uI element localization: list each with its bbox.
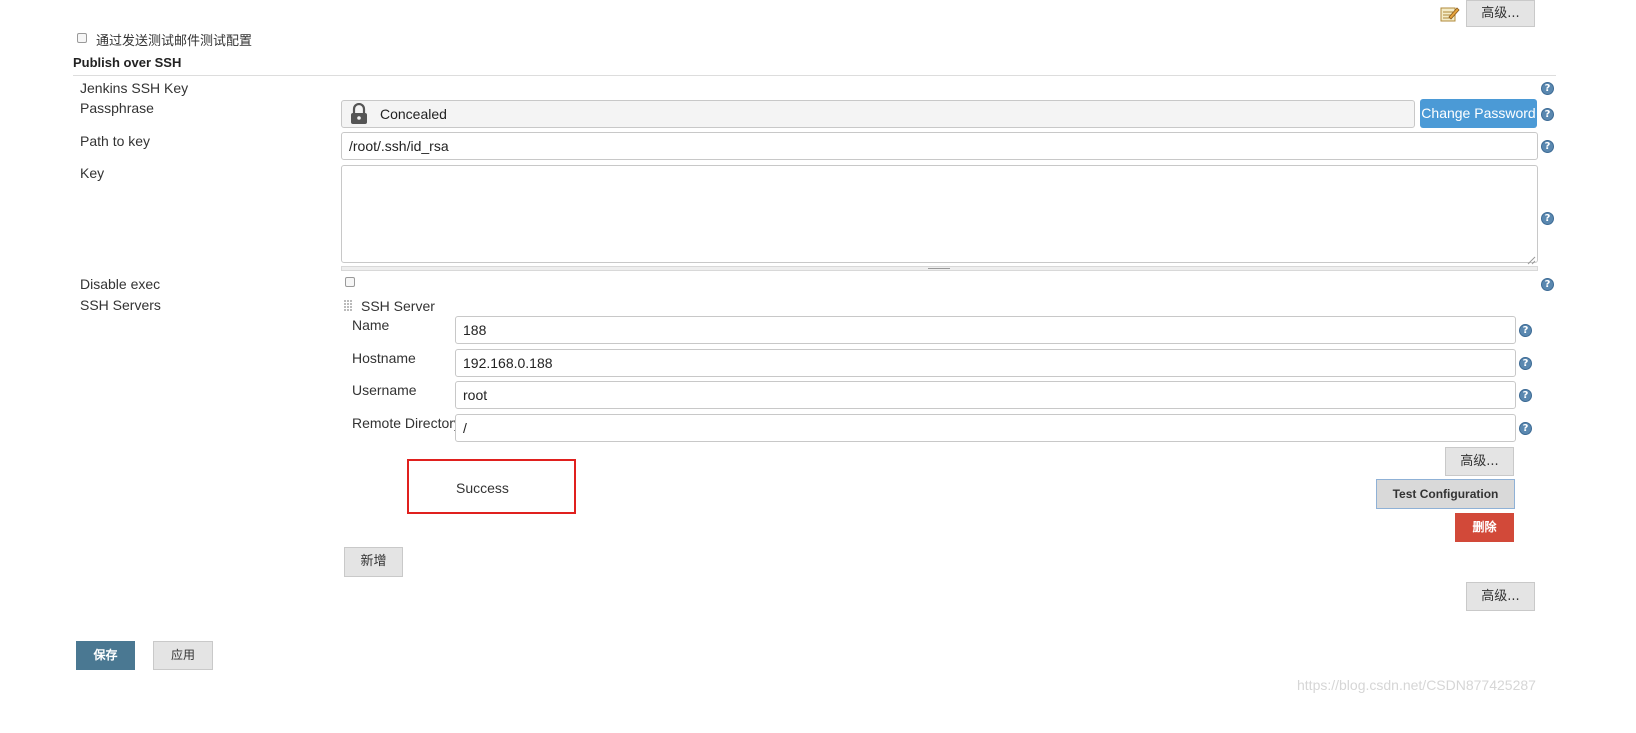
key-label: Key: [80, 165, 105, 181]
path-to-key-input[interactable]: /root/.ssh/id_rsa: [341, 132, 1538, 160]
disable-exec-label: Disable exec: [80, 276, 161, 292]
help-icon-passphrase[interactable]: ?: [1541, 108, 1554, 121]
section-divider: [73, 75, 1556, 76]
key-textarea[interactable]: [341, 165, 1538, 263]
jenkins-ssh-key-label: Jenkins SSH Key: [80, 80, 189, 96]
help-icon-jenkins-key[interactable]: ?: [1541, 82, 1554, 95]
textarea-resize-handle[interactable]: [1526, 252, 1536, 265]
lock-icon: [350, 102, 368, 125]
drag-handle-icon[interactable]: [344, 300, 353, 313]
passphrase-label: Passphrase: [80, 100, 154, 116]
top-advanced-button[interactable]: 高级...: [1466, 0, 1535, 27]
email-test-checkbox[interactable]: [77, 33, 87, 43]
passphrase-value: Concealed: [380, 106, 447, 122]
server-advanced-button[interactable]: 高级...: [1445, 447, 1514, 476]
passphrase-field[interactable]: Concealed: [341, 100, 1415, 128]
server-name-input[interactable]: 188: [455, 316, 1516, 344]
help-icon-remote-directory[interactable]: ?: [1519, 422, 1532, 435]
drag-grip: [928, 268, 950, 270]
bottom-advanced-button[interactable]: 高级...: [1466, 582, 1535, 611]
save-button[interactable]: 保存: [76, 641, 135, 670]
path-to-key-label: Path to key: [80, 133, 151, 149]
ssh-server-heading: SSH Server: [361, 298, 435, 314]
username-input[interactable]: root: [455, 381, 1516, 409]
hostname-label: Hostname: [352, 350, 416, 366]
remote-directory-label: Remote Directory: [352, 415, 461, 431]
add-server-button[interactable]: 新增: [344, 547, 403, 577]
watermark: https://blog.csdn.net/CSDN877425287: [1297, 677, 1536, 693]
delete-server-button[interactable]: 删除: [1455, 513, 1514, 542]
email-test-label: 通过发送测试邮件测试配置: [96, 34, 253, 49]
hostname-input[interactable]: 192.168.0.188: [455, 349, 1516, 377]
ssh-servers-label: SSH Servers: [80, 297, 161, 313]
username-label: Username: [352, 382, 417, 398]
help-icon-username[interactable]: ?: [1519, 389, 1532, 402]
test-configuration-button[interactable]: Test Configuration: [1376, 479, 1515, 509]
disable-exec-checkbox[interactable]: [345, 277, 355, 287]
help-icon-hostname[interactable]: ?: [1519, 357, 1532, 370]
help-icon-path[interactable]: ?: [1541, 140, 1554, 153]
help-icon-server-name[interactable]: ?: [1519, 324, 1532, 337]
apply-button[interactable]: 应用: [153, 641, 213, 670]
notepad-icon: [1440, 5, 1460, 23]
remote-directory-input[interactable]: /: [455, 414, 1516, 442]
server-name-label: Name: [352, 317, 390, 333]
help-icon-key[interactable]: ?: [1541, 212, 1554, 225]
help-icon-disable-exec[interactable]: ?: [1541, 278, 1554, 291]
change-password-button[interactable]: Change Password: [1420, 99, 1537, 128]
test-result-text: Success: [456, 480, 509, 496]
textarea-drag-bar[interactable]: [341, 266, 1538, 271]
section-title: Publish over SSH: [73, 55, 182, 70]
